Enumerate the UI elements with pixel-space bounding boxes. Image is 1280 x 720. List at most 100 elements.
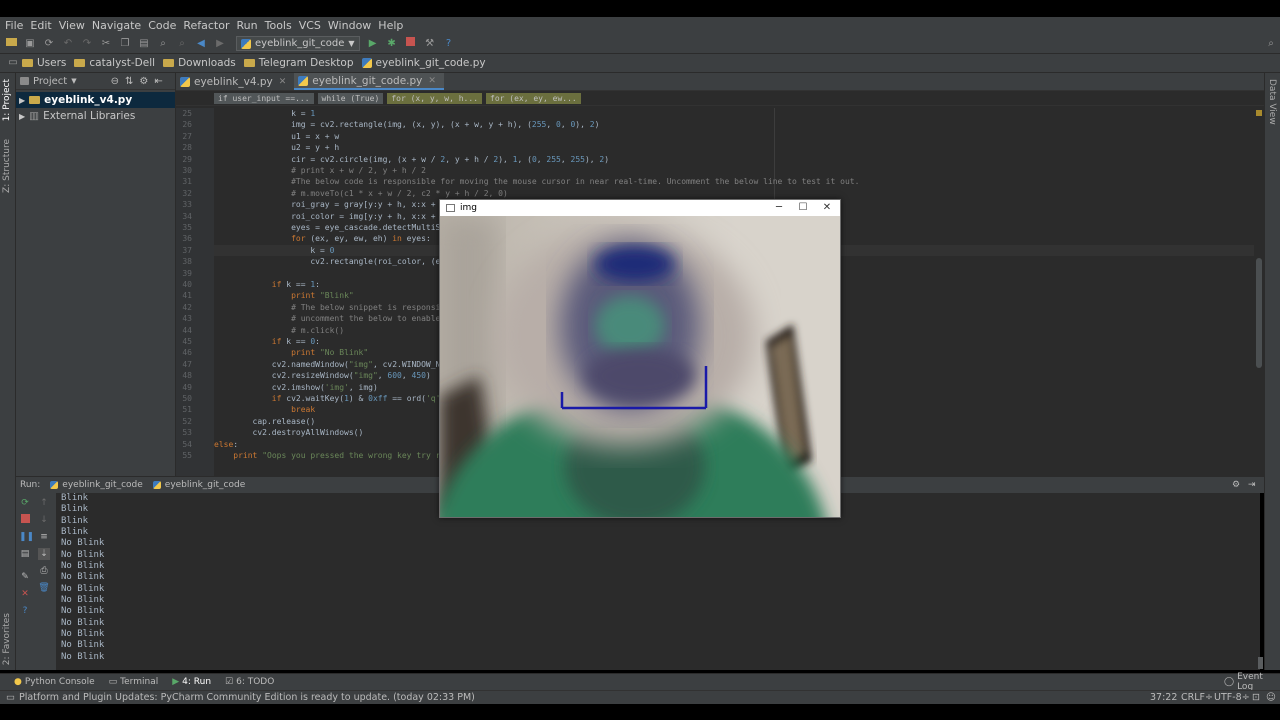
- code-line[interactable]: 31 #The below code is responsible for mo…: [176, 176, 859, 187]
- code-crumb[interactable]: for (x, y, w, h...: [387, 92, 483, 104]
- code-line[interactable]: 30 # print x + w / 2, y + h / 2: [176, 165, 426, 176]
- code-line[interactable]: 46 print "No Blink": [176, 347, 368, 358]
- project-tool-tab[interactable]: 1: Project: [2, 79, 12, 121]
- paste-icon[interactable]: ▤: [137, 37, 151, 51]
- run-console-output[interactable]: Blink Blink Blink Blink No Blink No Blink No B…: [56, 493, 1260, 670]
- tab-python-console[interactable]: ● Python Console: [14, 677, 95, 687]
- opencv-image-window[interactable]: img ─ ☐ ✕: [439, 199, 841, 518]
- caret-position[interactable]: 37:22: [1150, 692, 1177, 703]
- tab-eyeblink-v4[interactable]: eyeblink_v4.py ✕: [176, 73, 294, 90]
- layout-icon[interactable]: ▤: [19, 548, 31, 560]
- expand-arrow-icon[interactable]: ▶: [19, 96, 25, 105]
- back-icon[interactable]: ◀: [194, 37, 208, 51]
- soft-wrap-icon[interactable]: ≡: [38, 531, 50, 543]
- run-config-select[interactable]: eyeblink_git_code ▼: [236, 36, 360, 51]
- code-line[interactable]: 54 else:: [176, 439, 238, 450]
- code-line[interactable]: 41 print "Blink": [176, 290, 353, 301]
- trash-icon[interactable]: 🗑: [38, 582, 50, 594]
- code-line[interactable]: 34 roi_color = img[y:y + h, x:x + w]: [176, 211, 450, 222]
- pause-icon[interactable]: ❚❚: [19, 531, 34, 543]
- scroll-from-source-icon[interactable]: ⇅: [125, 76, 133, 87]
- menu-vcs[interactable]: VCS: [299, 19, 321, 32]
- code-line[interactable]: 26 img = cv2.rectangle(img, (x, y), (x +…: [176, 119, 599, 130]
- lock-icon[interactable]: ⊡: [1252, 692, 1260, 703]
- stop-icon[interactable]: [19, 514, 31, 526]
- code-line[interactable]: 51 break: [176, 404, 315, 415]
- menu-refactor[interactable]: Refactor: [183, 19, 229, 32]
- menu-file[interactable]: File: [5, 19, 23, 32]
- copy-icon[interactable]: ❐: [118, 37, 132, 51]
- up-arrow-icon[interactable]: ↑: [38, 497, 50, 509]
- settings-wrench-icon[interactable]: ⚒: [423, 37, 437, 51]
- code-line[interactable]: 36 for (ex, ey, ew, eh) in eyes:: [176, 233, 430, 244]
- menu-window[interactable]: Window: [328, 19, 371, 32]
- run-icon[interactable]: ▶: [366, 37, 380, 51]
- menu-code[interactable]: Code: [148, 19, 176, 32]
- code-line[interactable]: 32 # m.moveTo(c1 * x + w / 2, c2 * y + h…: [176, 188, 507, 199]
- project-panel-title[interactable]: Project: [33, 76, 67, 87]
- crumb-downloads[interactable]: Downloads: [163, 57, 236, 69]
- close-icon[interactable]: ✕: [279, 77, 287, 87]
- code-line[interactable]: 48 cv2.resizeWindow("img", 600, 450): [176, 370, 430, 381]
- code-line[interactable]: 50 if cv2.waitKey(1) & 0xff == ord('q'):: [176, 393, 450, 404]
- code-line[interactable]: 25 k = 1: [176, 108, 315, 119]
- code-line[interactable]: 28 u2 = y + h: [176, 142, 339, 153]
- menu-help[interactable]: Help: [378, 19, 403, 32]
- event-log-button[interactable]: ◯ Event Log: [1224, 672, 1280, 692]
- search-everywhere-icon[interactable]: ⌕: [1264, 37, 1278, 51]
- tree-item-eyeblink-v4[interactable]: ▶ eyeblink_v4.py: [16, 92, 175, 108]
- code-line[interactable]: 52 cap.release(): [176, 416, 315, 427]
- chevron-down-icon[interactable]: ▼: [71, 77, 76, 85]
- code-crumb[interactable]: for (ex, ey, ew...: [486, 92, 581, 104]
- tab-run[interactable]: ▶ 4: Run: [172, 677, 211, 687]
- menu-tools[interactable]: Tools: [265, 19, 292, 32]
- maximize-icon[interactable]: ☐: [792, 201, 814, 215]
- run-tab-1[interactable]: eyeblink_git_code: [50, 480, 143, 490]
- code-line[interactable]: 33 roi_gray = gray[y:y + h, x:x + w]: [176, 199, 450, 210]
- undo-icon[interactable]: ↶: [61, 37, 75, 51]
- cut-icon[interactable]: ✂: [99, 37, 113, 51]
- scroll-to-end-icon[interactable]: ⇣: [38, 548, 50, 560]
- console-scrollbar-thumb[interactable]: [1258, 657, 1263, 669]
- close-icon[interactable]: ✕: [816, 201, 838, 215]
- help-icon[interactable]: ?: [442, 37, 456, 51]
- pin-icon[interactable]: ✎: [19, 571, 31, 583]
- close-icon[interactable]: ✕: [19, 588, 31, 600]
- sync-icon[interactable]: ⟳: [42, 37, 56, 51]
- help-icon[interactable]: ?: [19, 605, 31, 617]
- code-line[interactable]: 39: [176, 268, 214, 279]
- find-icon[interactable]: ⌕: [156, 37, 170, 51]
- code-crumb[interactable]: while (True): [317, 92, 384, 104]
- line-separator[interactable]: CRLF÷: [1181, 692, 1213, 703]
- replace-icon[interactable]: ⌕: [175, 37, 189, 51]
- warning-marker[interactable]: [1256, 110, 1262, 116]
- hide-icon[interactable]: ⇥: [1248, 480, 1256, 490]
- menu-run[interactable]: Run: [237, 19, 258, 32]
- stop-icon[interactable]: [404, 36, 418, 51]
- run-tab-2[interactable]: eyeblink_git_code: [152, 480, 245, 490]
- debug-icon[interactable]: ✱: [385, 37, 399, 51]
- code-line[interactable]: 45 if k == 0:: [176, 336, 320, 347]
- status-message[interactable]: Platform and Plugin Updates: PyCharm Com…: [19, 692, 475, 703]
- code-line[interactable]: 27 u1 = x + w: [176, 131, 339, 142]
- inspector-icon[interactable]: ☺: [1266, 692, 1276, 703]
- save-all-icon[interactable]: ▣: [23, 37, 37, 51]
- gear-icon[interactable]: ⚙: [1232, 480, 1240, 490]
- tab-terminal[interactable]: ▭ Terminal: [109, 677, 159, 687]
- crumb-file[interactable]: eyeblink_git_code.py: [361, 57, 486, 69]
- editor-scrollbar-thumb[interactable]: [1256, 258, 1262, 368]
- tab-todo[interactable]: ☑ 6: TODO: [225, 677, 274, 687]
- status-toggle-icon[interactable]: ▭: [6, 692, 15, 703]
- code-line[interactable]: 55 print "Oops you pressed the wrong key…: [176, 450, 445, 461]
- expand-arrow-icon[interactable]: ▶: [19, 112, 25, 121]
- code-line[interactable]: 49 cv2.imshow('img', img): [176, 382, 377, 393]
- menu-view[interactable]: View: [59, 19, 85, 32]
- crumb-catalyst-dell[interactable]: catalyst-Dell: [74, 57, 155, 69]
- gear-icon[interactable]: ⚙: [139, 76, 148, 87]
- close-icon[interactable]: ✕: [428, 76, 436, 86]
- tab-eyeblink-git-code[interactable]: eyeblink_git_code.py ✕: [294, 73, 444, 90]
- code-line[interactable]: 47 cv2.namedWindow("img", cv2.WINDOW_NOR…: [176, 359, 469, 370]
- down-arrow-icon[interactable]: ↓: [38, 514, 50, 526]
- code-line[interactable]: 37 k = 0: [176, 245, 334, 256]
- open-folder-icon[interactable]: [4, 37, 18, 51]
